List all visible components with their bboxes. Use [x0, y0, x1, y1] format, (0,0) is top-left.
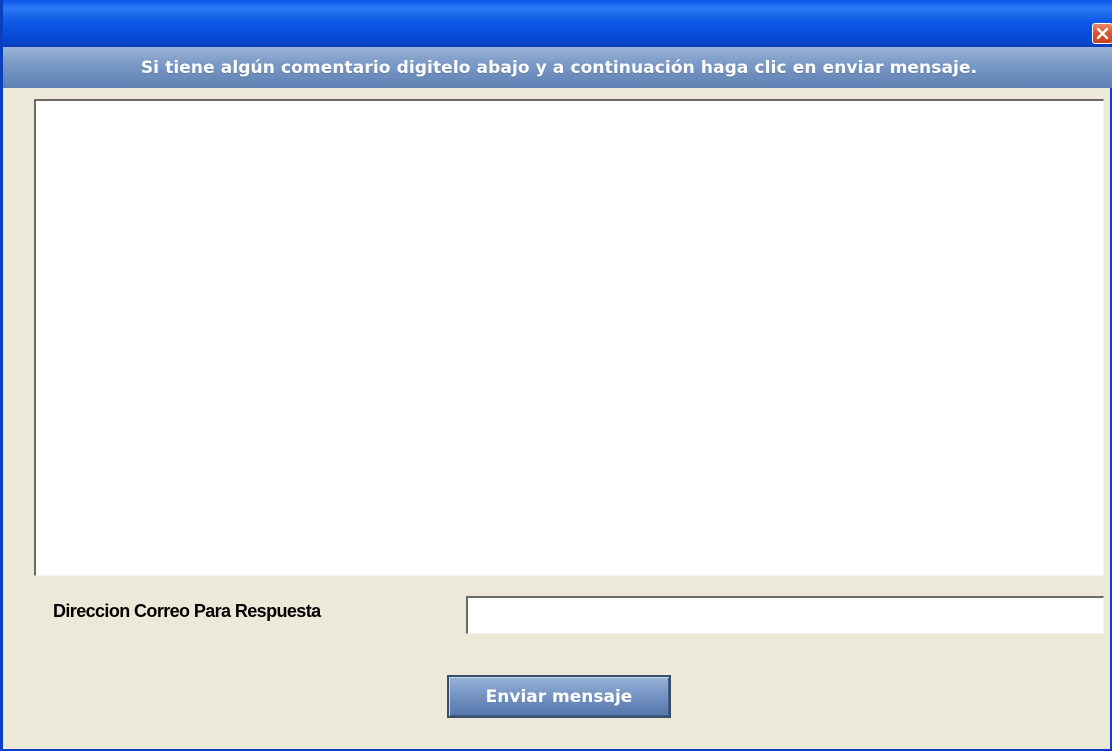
email-field-label: Direccion Correo Para Respuesta: [53, 601, 321, 621]
instructions-banner: Si tiene algún comentario digitelo abajo…: [3, 47, 1112, 88]
send-message-button[interactable]: Enviar mensaje: [447, 675, 671, 718]
comment-textarea[interactable]: [34, 99, 1104, 576]
close-icon: [1096, 27, 1109, 40]
window-titlebar[interactable]: [3, 0, 1112, 47]
email-field[interactable]: [466, 596, 1104, 634]
close-button[interactable]: [1092, 23, 1112, 44]
feedback-window: Si tiene algún comentario digitelo abajo…: [0, 0, 1112, 751]
